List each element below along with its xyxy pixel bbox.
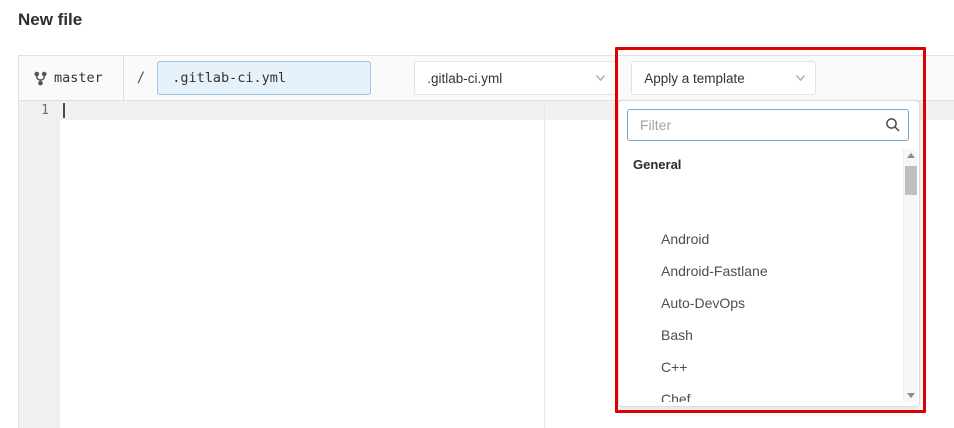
template-item-android[interactable]: Android — [661, 223, 891, 255]
new-file-page: New file master / .gitlab-ci.yml Apply a — [0, 0, 954, 428]
filetype-select-value: .gitlab-ci.yml — [427, 71, 502, 86]
template-select[interactable]: Apply a template — [631, 61, 816, 95]
filetype-select[interactable]: .gitlab-ci.yml — [414, 61, 616, 95]
chevron-down-icon — [795, 74, 806, 82]
text-cursor — [63, 103, 65, 118]
template-select-value: Apply a template — [644, 71, 745, 86]
branch-indicator: master — [19, 56, 103, 100]
chevron-down-icon — [595, 74, 606, 82]
filename-input[interactable] — [157, 61, 371, 95]
scrollbar-thumb[interactable] — [905, 166, 917, 195]
template-item-bash[interactable]: Bash — [661, 319, 891, 351]
print-margin-ruler — [544, 101, 545, 428]
template-item-chef[interactable]: Chef — [661, 383, 891, 402]
editor-gutter: 1 — [19, 101, 60, 428]
dropdown-scrollbar[interactable] — [903, 149, 917, 401]
git-branch-icon — [34, 71, 47, 86]
template-dropdown-panel: General Android Android-Fastlane Auto-De… — [618, 100, 920, 407]
template-item-auto-devops[interactable]: Auto-DevOps — [661, 287, 891, 319]
page-title: New file — [18, 10, 82, 30]
template-section-header: General — [633, 157, 681, 172]
branch-name: master — [54, 70, 103, 86]
template-item-cpp[interactable]: C++ — [661, 351, 891, 383]
toolbar-divider — [123, 56, 124, 100]
template-filter-input[interactable] — [627, 109, 909, 141]
template-list: General Android Android-Fastlane Auto-De… — [619, 149, 897, 402]
file-toolbar: master / .gitlab-ci.yml Apply a template — [18, 55, 954, 101]
template-item-android-fastlane[interactable]: Android-Fastlane — [661, 255, 891, 287]
scroll-up-arrow[interactable] — [904, 149, 918, 162]
line-number: 1 — [41, 103, 49, 118]
scroll-down-arrow[interactable] — [904, 388, 918, 401]
path-separator: / — [137, 70, 145, 86]
